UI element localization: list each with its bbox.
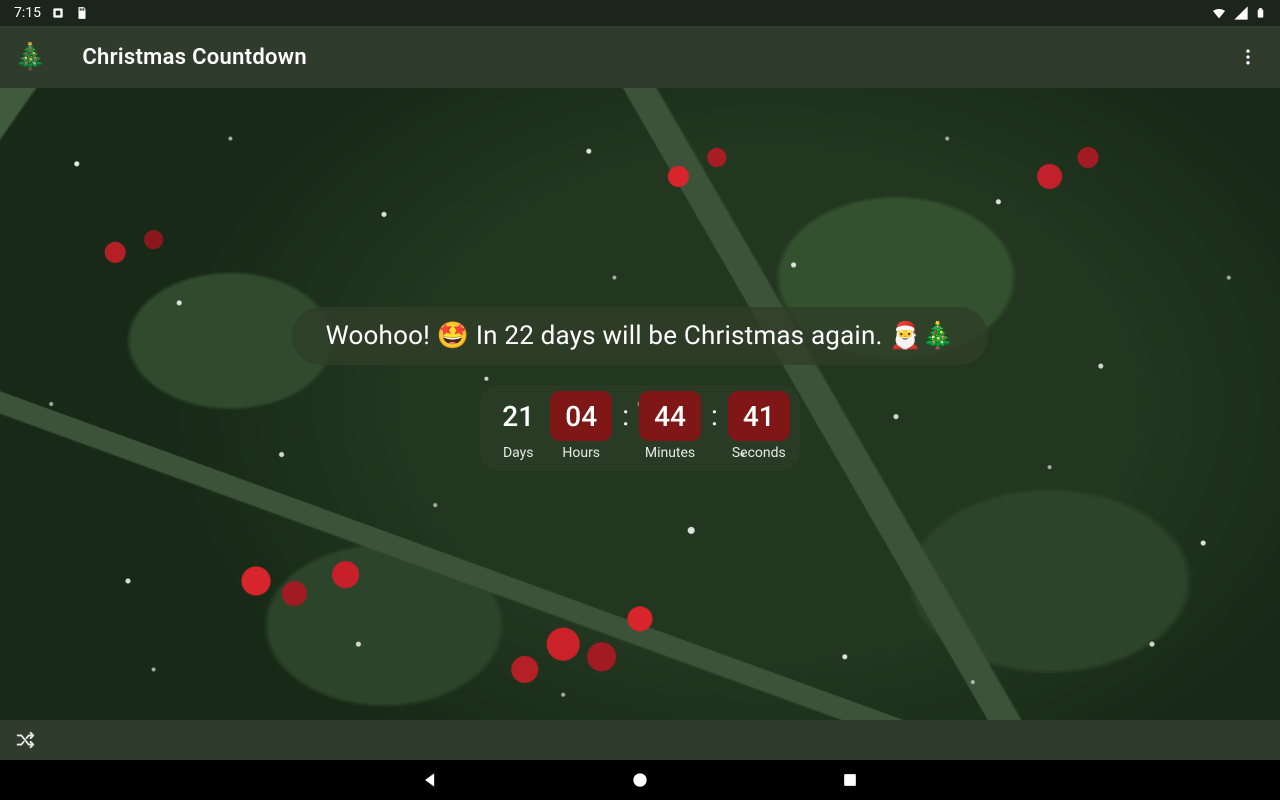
nav-home-button[interactable] [620,760,660,800]
circle-home-icon [630,770,650,790]
triangle-back-icon [420,770,440,790]
minutes-column: 44 Minutes [639,391,701,461]
separator-1: : [620,391,631,441]
wifi-icon [1211,5,1227,21]
status-bar-left: 7:15 [14,5,89,21]
status-bar: 7:15 [0,0,1280,26]
days-column: 21 Days [494,391,542,461]
nav-recent-button[interactable] [830,760,870,800]
square-recent-icon [840,770,860,790]
shuffle-icon [14,729,36,751]
app-bar: 🎄 Christmas Countdown [0,26,1280,88]
system-nav-bar [0,760,1280,800]
separator-2: : [709,391,720,441]
more-options-button[interactable] [1230,39,1266,75]
battery-icon [1255,5,1266,21]
more-vert-icon [1238,47,1258,67]
days-value: 21 [494,391,542,441]
minutes-label: Minutes [645,445,695,461]
shuffle-wallpaper-button[interactable] [14,729,36,751]
hours-column: 04 Hours [550,391,612,461]
days-label: Days [503,445,534,461]
app-title: Christmas Countdown [82,45,307,70]
wallpaper-area: Woohoo! 🤩 In 22 days will be Christmas a… [0,88,1280,720]
seconds-label: Seconds [732,445,786,461]
cell-signal-icon [1233,5,1249,21]
device-frame: 7:15 🎄 Christmas Countdown [0,0,1280,800]
countdown-message-text: Woohoo! 🤩 In 22 days will be Christmas a… [326,321,955,351]
status-time: 7:15 [14,5,41,21]
countdown-message: Woohoo! 🤩 In 22 days will be Christmas a… [292,307,989,365]
nav-back-button[interactable] [410,760,450,800]
app-logo-icon: 🎄 [14,44,46,70]
hours-label: Hours [562,445,600,461]
bottom-toolbar [0,720,1280,760]
center-wrap: Woohoo! 🤩 In 22 days will be Christmas a… [0,88,1280,720]
app-notification-icon [51,6,65,20]
countdown-timer: 21 Days 04 Hours : 44 Minutes : 41 Secon… [480,385,800,471]
status-bar-right [1211,5,1266,21]
seconds-value: 41 [728,391,790,441]
hours-value: 04 [550,391,612,441]
memory-card-icon [75,6,89,20]
minutes-value: 44 [639,391,701,441]
seconds-column: 41 Seconds [728,391,790,461]
